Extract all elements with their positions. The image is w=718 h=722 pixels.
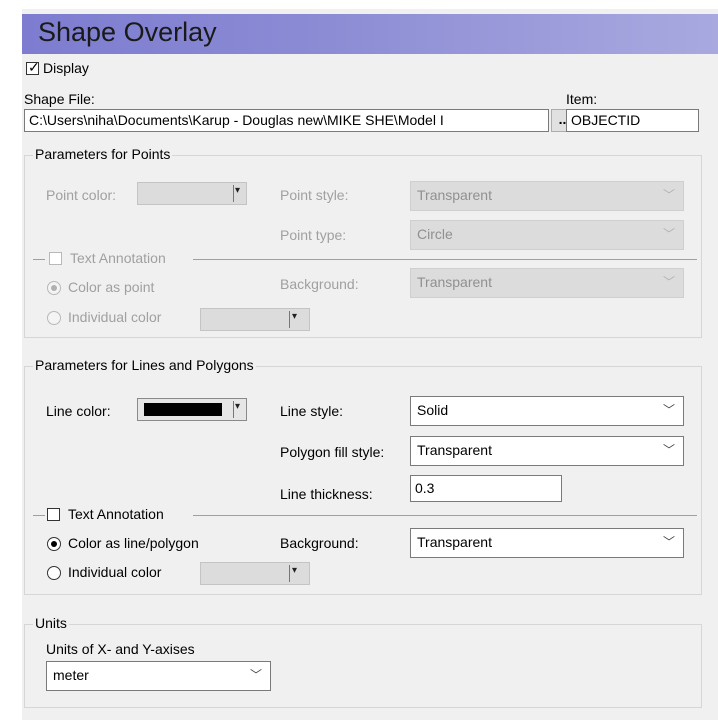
color-as-point-radio[interactable] xyxy=(47,281,61,295)
points-text-annotation-label: Text Annotation xyxy=(70,250,166,266)
separator xyxy=(289,311,290,328)
chevron-down-icon: ﹀ xyxy=(662,275,675,289)
line-style-value: Solid xyxy=(417,402,449,418)
points-background-value: Transparent xyxy=(417,274,492,290)
line-thickness-input[interactable]: 0.3 xyxy=(410,475,562,502)
chevron-down-icon: ﹀ xyxy=(662,535,675,549)
lines-text-annotation-label: Text Annotation xyxy=(68,506,164,522)
triangle-down-icon: ▾ xyxy=(235,185,241,196)
point-style-value: Transparent xyxy=(417,187,492,203)
line-style-label: Line style: xyxy=(280,403,344,419)
lines-individual-color-label: Individual color xyxy=(68,564,162,580)
units-select[interactable]: meter ﹀ xyxy=(46,661,271,691)
radio-selected-dot xyxy=(51,285,57,291)
lines-text-annotation-checkbox[interactable] xyxy=(47,508,60,521)
line-color-swatch xyxy=(144,403,222,416)
separator xyxy=(233,185,234,202)
chevron-down-icon: ﹀ xyxy=(662,227,675,241)
chevron-down-icon: ﹀ xyxy=(249,668,262,682)
title-bar: Shape Overlay xyxy=(22,14,718,54)
units-value: meter xyxy=(53,667,89,683)
color-as-line-label: Color as line/polygon xyxy=(68,535,199,551)
check-icon: ✓ xyxy=(28,59,40,75)
units-group-title: Units xyxy=(33,615,69,631)
color-as-point-label: Color as point xyxy=(68,279,155,295)
polygon-fill-label: Polygon fill style: xyxy=(280,444,385,460)
line-style-select[interactable]: Solid ﹀ xyxy=(410,396,684,426)
polygon-fill-select[interactable]: Transparent ﹀ xyxy=(410,436,684,466)
display-checkbox[interactable]: ✓ xyxy=(26,59,40,75)
points-individual-color-picker[interactable]: ▾ xyxy=(200,308,310,331)
points-text-annotation-checkbox[interactable] xyxy=(49,252,62,265)
annotation-divider-right xyxy=(193,515,697,516)
shape-file-input[interactable]: C:\Users\niha\Documents\Karup - Douglas … xyxy=(24,109,549,132)
units-axes-label: Units of X- and Y-axises xyxy=(46,641,195,657)
annotation-divider-right xyxy=(193,259,697,260)
color-as-line-radio[interactable] xyxy=(47,537,61,551)
point-style-select[interactable]: Transparent ﹀ xyxy=(410,181,684,211)
radio-selected-dot xyxy=(51,541,57,547)
point-style-label: Point style: xyxy=(280,187,349,203)
lines-background-value: Transparent xyxy=(417,534,492,550)
point-color-label: Point color: xyxy=(46,187,117,203)
points-background-label: Background: xyxy=(280,276,359,292)
point-type-label: Point type: xyxy=(280,227,347,243)
lines-individual-color-radio[interactable] xyxy=(47,566,61,580)
annotation-divider-left xyxy=(33,515,45,516)
chevron-down-icon: ﹀ xyxy=(662,443,675,457)
point-color-picker[interactable]: ▾ xyxy=(137,182,247,205)
separator xyxy=(289,565,290,582)
separator xyxy=(233,401,234,418)
line-color-label: Line color: xyxy=(46,403,111,419)
item-label: Item: xyxy=(566,91,598,107)
item-input[interactable]: OBJECTID xyxy=(566,109,699,132)
chevron-down-icon: ﹀ xyxy=(662,188,675,202)
triangle-down-icon: ▾ xyxy=(292,565,298,576)
triangle-down-icon: ▾ xyxy=(292,311,298,322)
page-title: Shape Overlay xyxy=(38,17,217,47)
annotation-divider-left xyxy=(33,259,45,260)
lines-group-title: Parameters for Lines and Polygons xyxy=(33,357,256,373)
point-type-value: Circle xyxy=(417,226,453,242)
point-type-select[interactable]: Circle ﹀ xyxy=(410,220,684,250)
lines-background-select[interactable]: Transparent ﹀ xyxy=(410,528,684,558)
lines-individual-color-picker[interactable]: ▾ xyxy=(200,562,310,585)
points-individual-color-label: Individual color xyxy=(68,309,162,325)
points-background-select[interactable]: Transparent ﹀ xyxy=(410,268,684,298)
display-label: Display xyxy=(43,60,89,76)
points-group-title: Parameters for Points xyxy=(33,146,173,162)
line-thickness-label: Line thickness: xyxy=(280,486,373,502)
line-color-picker[interactable]: ▾ xyxy=(137,398,247,421)
shape-file-label: Shape File: xyxy=(24,91,95,107)
polygon-fill-value: Transparent xyxy=(417,442,492,458)
chevron-down-icon: ﹀ xyxy=(662,403,675,417)
points-individual-color-radio[interactable] xyxy=(47,311,61,325)
triangle-down-icon: ▾ xyxy=(235,401,241,412)
lines-background-label: Background: xyxy=(280,535,359,551)
